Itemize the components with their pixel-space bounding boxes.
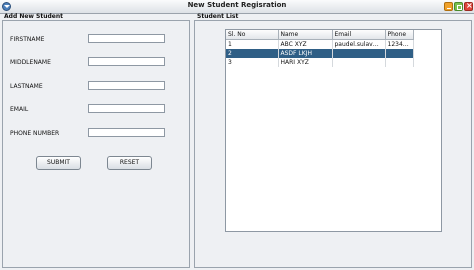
phone-number-input[interactable] <box>88 128 165 137</box>
close-icon[interactable] <box>464 1 473 11</box>
column-header-name[interactable]: Name <box>278 30 333 40</box>
add-student-panel-title: Add New Student <box>4 13 64 20</box>
title-bar: New Student Regisration <box>0 0 474 14</box>
email-label: EMAIL <box>10 106 29 113</box>
table-cell: 123456789 <box>385 39 414 49</box>
table-cell: 3 <box>226 58 279 67</box>
middlename-input[interactable] <box>88 57 165 66</box>
firstname-input[interactable] <box>88 34 165 43</box>
column-header-sl-no[interactable]: Sl. No <box>226 30 279 40</box>
table-row[interactable]: 3 HARI XYZ <box>226 58 414 67</box>
reset-button[interactable]: RESET <box>107 156 152 170</box>
lastname-label: LASTNAME <box>10 83 43 90</box>
lastname-input[interactable] <box>88 81 165 90</box>
student-table-container[interactable]: Sl. No Name Email Phone 1 ABC XYZ paudel… <box>225 29 442 232</box>
table-header-row: Sl. No Name Email Phone <box>226 30 414 40</box>
table-row-selected[interactable]: 2 ASDF LKJH <box>226 49 414 58</box>
table-cell <box>332 58 386 67</box>
firstname-label: FIRSTNAME <box>10 36 45 43</box>
column-header-email[interactable]: Email <box>332 30 386 40</box>
maximize-icon[interactable] <box>454 2 463 11</box>
email-input[interactable] <box>88 104 165 113</box>
table-cell: 2 <box>226 49 279 58</box>
table-cell: paudel.sulav@g... <box>332 39 386 49</box>
table-cell: ASDF LKJH <box>278 49 333 58</box>
table-cell: ABC XYZ <box>278 39 333 49</box>
table-cell: 1 <box>226 39 279 49</box>
submit-button[interactable]: SUBMIT <box>36 156 81 170</box>
table-cell <box>385 58 414 67</box>
phone-number-label: PHONE NUMBER <box>10 130 60 137</box>
minimize-icon[interactable] <box>444 2 453 11</box>
middlename-label: MIDDLENAME <box>10 59 51 66</box>
table-cell <box>332 49 386 58</box>
table-cell <box>385 49 414 58</box>
student-list-panel-title: Student List <box>197 13 239 20</box>
window-title: New Student Regisration <box>187 1 287 9</box>
column-header-phone[interactable]: Phone <box>385 30 414 40</box>
table-row[interactable]: 1 ABC XYZ paudel.sulav@g... 123456789 <box>226 39 414 49</box>
table-cell: HARI XYZ <box>278 58 333 67</box>
student-table: Sl. No Name Email Phone 1 ABC XYZ paudel… <box>226 30 414 67</box>
